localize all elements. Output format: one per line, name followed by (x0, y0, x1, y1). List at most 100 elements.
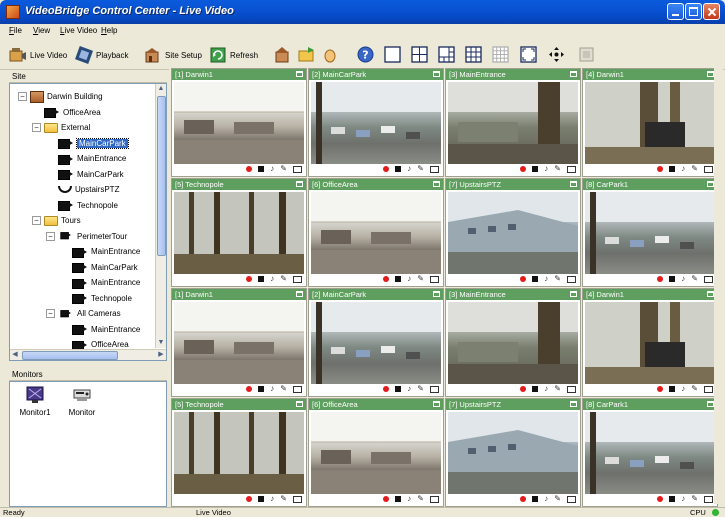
tree-item[interactable]: − Darwin Building (18, 90, 103, 103)
tree-expander-icon[interactable]: − (32, 123, 41, 132)
video-tile[interactable]: [3] MainEntrance ♪ ✎ (445, 68, 581, 177)
snapshot-icon[interactable] (704, 385, 713, 393)
ptz-icon[interactable]: ✎ (417, 495, 424, 503)
tile-maximize-icon[interactable] (707, 71, 714, 77)
camera-feed[interactable] (585, 82, 715, 164)
video-tile[interactable]: [8] CarPark1 ♪ ✎ (582, 398, 718, 507)
record-icon[interactable] (657, 496, 664, 502)
tree-item[interactable]: MainCarPark (46, 168, 124, 181)
tree-item[interactable]: MainCarPark (60, 261, 138, 274)
stop-icon[interactable] (669, 166, 676, 172)
tile-maximize-icon[interactable] (570, 291, 577, 297)
video-tile[interactable]: [6] OfficeArea ♪ ✎ (308, 398, 444, 507)
stop-icon[interactable] (669, 276, 676, 282)
site-tree[interactable]: − Darwin Building OfficeArea − External MainC… (9, 83, 167, 361)
stop-icon[interactable] (395, 386, 402, 392)
tile-maximize-icon[interactable] (570, 71, 577, 77)
tree-horizontal-scrollbar[interactable]: ◀ ▶ (10, 349, 166, 360)
tile-maximize-icon[interactable] (296, 181, 303, 187)
menu-help[interactable]: Help (101, 26, 117, 35)
stop-icon[interactable] (532, 166, 539, 172)
audio-icon[interactable]: ♪ (270, 165, 274, 173)
tile-maximize-icon[interactable] (433, 291, 440, 297)
snapshot-icon[interactable] (704, 495, 713, 503)
camera-feed[interactable] (448, 192, 578, 274)
stop-icon[interactable] (395, 276, 402, 282)
tree-item[interactable]: MainEntrance (60, 323, 140, 336)
tree-vertical-thumb[interactable] (157, 96, 166, 256)
record-icon[interactable] (383, 496, 390, 502)
open-folder-icon[interactable] (298, 46, 315, 63)
camera-feed[interactable] (311, 412, 441, 494)
audio-icon[interactable]: ♪ (544, 385, 548, 393)
layout-3x3-icon[interactable] (465, 46, 482, 63)
stop-icon[interactable] (258, 496, 265, 502)
ptz-icon[interactable]: ✎ (691, 495, 698, 503)
video-tile[interactable]: [4] Darwin1 ♪ ✎ (582, 288, 718, 397)
record-icon[interactable] (520, 386, 527, 392)
tree-item[interactable]: MainEntrance (60, 276, 140, 289)
tree-item[interactable]: OfficeArea (32, 106, 101, 119)
snapshot-icon[interactable] (704, 275, 713, 283)
video-tile[interactable]: [1] Darwin1 ♪ ✎ (171, 68, 307, 177)
audio-icon[interactable]: ♪ (681, 495, 685, 503)
video-tile[interactable]: [2] MainCarPark ♪ ✎ (308, 68, 444, 177)
audio-icon[interactable]: ♪ (407, 495, 411, 503)
camera-feed[interactable] (311, 82, 441, 164)
ptz-icon[interactable]: ✎ (554, 275, 561, 283)
monitor-item[interactable]: Monitor (60, 386, 104, 417)
video-tile[interactable]: [2] MainCarPark ♪ ✎ (308, 288, 444, 397)
video-tile[interactable]: [7] UpstairsPTZ ♪ ✎ (445, 178, 581, 287)
record-icon[interactable] (520, 276, 527, 282)
stop-icon[interactable] (669, 496, 676, 502)
snapshot-icon[interactable] (293, 385, 302, 393)
ptz-icon[interactable]: ✎ (417, 275, 424, 283)
snapshot-icon[interactable] (430, 385, 439, 393)
ptz-icon[interactable]: ✎ (280, 165, 287, 173)
tile-maximize-icon[interactable] (296, 401, 303, 407)
ptz-icon[interactable]: ✎ (554, 385, 561, 393)
scroll-left-arrow[interactable]: ◀ (10, 350, 20, 360)
hand-icon[interactable] (322, 46, 339, 63)
snapshot-icon[interactable] (704, 165, 713, 173)
record-icon[interactable] (657, 166, 664, 172)
video-tile[interactable]: [8] CarPark1 ♪ ✎ (582, 178, 718, 287)
camera-feed[interactable] (174, 412, 304, 494)
record-icon[interactable] (520, 166, 527, 172)
layout-1x1-icon[interactable] (384, 46, 401, 63)
tree-item[interactable]: UpstairsPTZ (46, 183, 119, 196)
layout-4x4-icon[interactable] (492, 46, 509, 63)
menu-live-video[interactable]: Live Video (60, 26, 97, 35)
grid-scrollbar[interactable] (714, 66, 723, 504)
tree-item[interactable]: MainCarPark (46, 137, 129, 150)
site-icon[interactable] (274, 46, 291, 63)
live-video-button[interactable]: Live Video (9, 44, 67, 66)
snapshot-icon[interactable] (430, 165, 439, 173)
monitor-item[interactable]: Monitor1 (13, 386, 57, 417)
snapshot-icon[interactable] (567, 275, 576, 283)
tree-expander-icon[interactable]: − (32, 216, 41, 225)
ptz-icon[interactable]: ✎ (280, 385, 287, 393)
tree-vertical-scrollbar[interactable]: ▲ ▼ (155, 84, 166, 348)
record-icon[interactable] (657, 386, 664, 392)
playback-button[interactable]: Playback (75, 44, 128, 66)
tile-maximize-icon[interactable] (433, 181, 440, 187)
scroll-right-arrow[interactable]: ▶ (156, 350, 166, 360)
record-icon[interactable] (246, 166, 253, 172)
snapshot-icon[interactable] (293, 165, 302, 173)
snapshot-icon[interactable] (430, 495, 439, 503)
tree-item[interactable]: Technopole (46, 199, 118, 212)
stop-icon[interactable] (395, 166, 402, 172)
tree-item[interactable]: MainEntrance (60, 245, 140, 258)
ptz-icon[interactable]: ✎ (691, 165, 698, 173)
ptz-icon[interactable]: ✎ (417, 385, 424, 393)
camera-feed[interactable] (174, 192, 304, 274)
record-icon[interactable] (520, 496, 527, 502)
stop-icon[interactable] (669, 386, 676, 392)
stop-icon[interactable] (395, 496, 402, 502)
camera-feed[interactable] (311, 302, 441, 384)
stop-icon[interactable] (258, 386, 265, 392)
snapshot-icon[interactable] (578, 46, 595, 63)
camera-feed[interactable] (448, 412, 578, 494)
record-icon[interactable] (657, 276, 664, 282)
